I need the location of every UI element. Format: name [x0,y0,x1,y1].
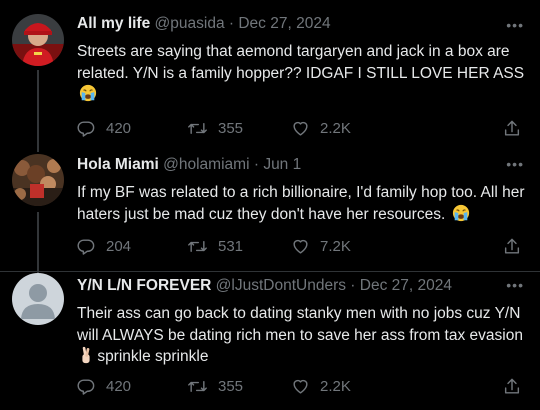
reply-button[interactable]: 420 [77,375,131,397]
action-bar: 420 355 2.2K [77,117,527,139]
tweet-text-tail: sprinkle sprinkle [97,348,209,365]
avatar[interactable] [12,154,64,206]
more-icon[interactable]: ••• [506,157,524,171]
reply-count: 420 [106,377,132,395]
tweet-3[interactable]: Y/N L/N FOREVER @lJustDontUnders · Dec 2… [0,271,540,410]
author-name[interactable]: Y/N L/N FOREVER [77,277,211,294]
like-icon [291,237,310,256]
like-icon [291,119,310,138]
tweet-date[interactable]: Dec 27, 2024 [238,15,330,32]
thread-line [37,70,39,148]
retweet-button[interactable]: 531 [187,235,243,257]
crying-face-icon [79,84,97,109]
avatar[interactable] [12,273,64,325]
separator-dot: · [350,277,356,294]
tweet-text: If my BF was related to a rich billionai… [77,182,527,228]
thread-line [37,148,39,152]
separator-dot: · [253,156,259,173]
divider [0,271,540,272]
author-handle[interactable]: @puasida [155,15,225,32]
tweet-date[interactable]: Jun 1 [263,156,301,173]
author-handle[interactable]: @holamiami [163,156,249,173]
action-bar: 420 355 2.2K [77,375,527,397]
like-button[interactable]: 2.2K [291,375,351,397]
thread-line [37,212,39,271]
reply-icon [77,377,96,396]
more-icon[interactable]: ••• [506,278,524,292]
tweet-date[interactable]: Dec 27, 2024 [360,277,452,294]
tweet-text-body: Streets are saying that aemond targaryen… [77,43,525,82]
share-icon [503,377,521,396]
reply-button[interactable]: 420 [77,117,131,139]
tweet-text: Streets are saying that aemond targaryen… [77,41,527,109]
crossed-fingers-icon [79,346,93,371]
share-icon [503,119,521,138]
share-button[interactable] [503,235,521,257]
share-icon [503,237,521,256]
tweet-header: Y/N L/N FOREVER @lJustDontUnders · Dec 2… [77,276,500,296]
retweet-count: 531 [218,237,244,255]
crying-face-icon [452,204,470,229]
more-icon[interactable]: ••• [506,18,524,32]
reply-icon [77,119,96,138]
retweet-button[interactable]: 355 [187,117,243,139]
share-button[interactable] [503,117,521,139]
reply-count: 204 [106,237,132,255]
separator-dot: · [228,15,235,32]
retweet-button[interactable]: 355 [187,375,243,397]
retweet-icon [187,377,208,396]
tweet-2[interactable]: Hola Miami @holamiami · Jun 1 ••• If my … [0,148,540,271]
like-count: 7.2K [320,237,351,255]
retweet-count: 355 [218,119,244,137]
reply-count: 420 [106,119,132,137]
retweet-icon [187,237,208,256]
tweet-header: Hola Miami @holamiami · Jun 1 [77,155,500,175]
reply-icon [77,237,96,256]
avatar[interactable] [12,14,64,66]
tweet-header: All my life @puasida · Dec 27, 2024 [77,14,500,34]
author-name[interactable]: Hola Miami [77,156,159,173]
like-count: 2.2K [320,119,351,137]
author-name[interactable]: All my life [77,15,150,32]
author-handle[interactable]: @lJustDontUnders [216,277,346,294]
retweet-count: 355 [218,377,244,395]
like-button[interactable]: 2.2K [291,117,351,139]
tweet-1[interactable]: All my life @puasida · Dec 27, 2024 ••• … [0,0,540,148]
action-bar: 204 531 7.2K [77,235,527,257]
tweet-text-body: Their ass can go back to dating stanky m… [77,305,523,344]
share-button[interactable] [503,375,521,397]
reply-button[interactable]: 204 [77,235,131,257]
like-icon [291,377,310,396]
retweet-icon [187,119,208,138]
like-count: 2.2K [320,377,351,395]
like-button[interactable]: 7.2K [291,235,351,257]
tweet-text: Their ass can go back to dating stanky m… [77,303,527,371]
